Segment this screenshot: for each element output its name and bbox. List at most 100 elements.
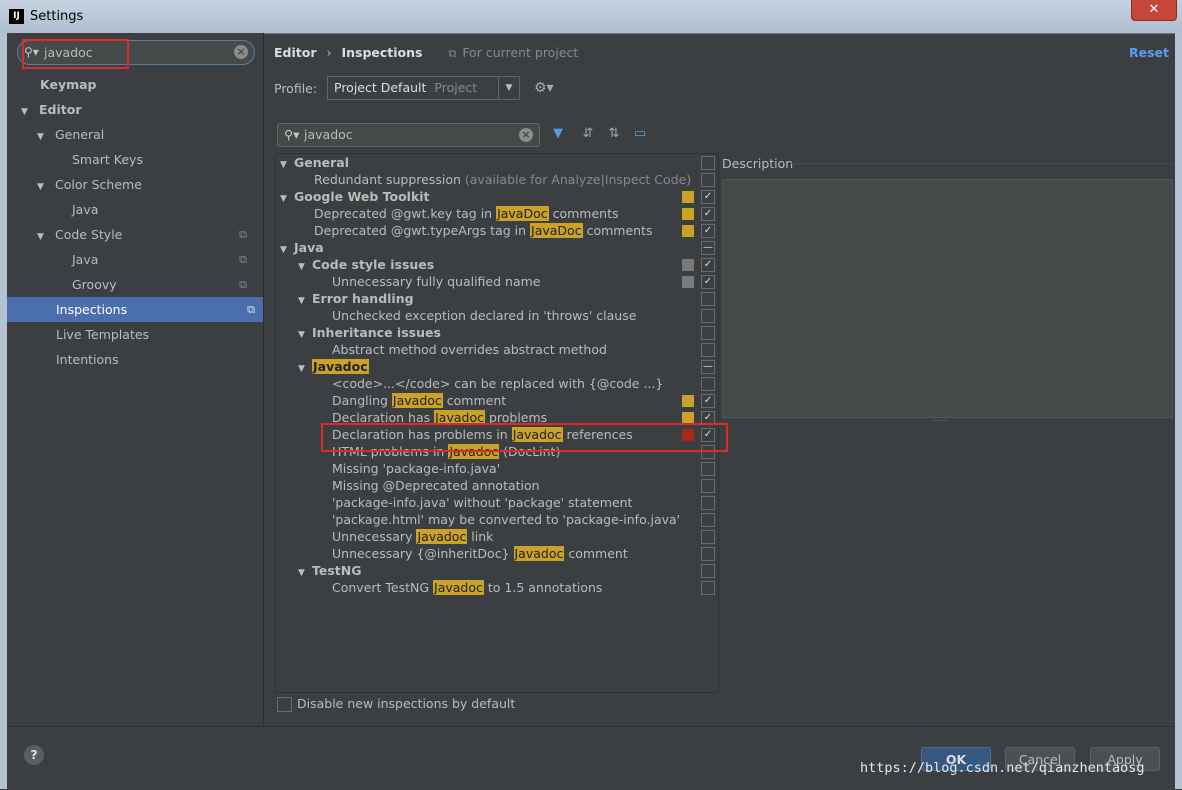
splitter-grip-icon[interactable]: ⋯⋯ (932, 416, 948, 425)
disable-new-inspections-label[interactable]: Disable new inspections by default (297, 696, 515, 711)
window-frame-left (0, 33, 7, 789)
description-label: Description (722, 156, 794, 171)
settings-sidebar: ⚲▾ javadoc × Keymap ▼ Editor ▼ General Sma… (7, 33, 264, 726)
inspection-checkbox[interactable]: ✓ (701, 428, 715, 442)
tree-row-missing-package-info[interactable]: Missing 'package-info.java' (276, 460, 716, 477)
tree-group-java[interactable]: ▼ Java — (276, 239, 716, 256)
sidebar-item-label: Groovy (72, 277, 117, 292)
sidebar-item-color-scheme-java[interactable]: Java (72, 197, 98, 222)
reset-to-default-icon[interactable]: ▭ (631, 125, 649, 143)
sidebar-item-code-style[interactable]: ▼ Code Style ⧉ (37, 222, 255, 247)
settings-search-field[interactable]: ⚲▾ javadoc × (17, 40, 255, 65)
inspection-checkbox[interactable]: ✓ (701, 258, 715, 272)
inspection-checkbox[interactable] (701, 326, 715, 340)
expand-triangle-icon[interactable]: ▼ (21, 100, 35, 125)
inspection-checkbox[interactable] (701, 547, 715, 561)
expand-triangle-icon[interactable]: ▼ (37, 225, 51, 250)
tree-group-general[interactable]: ▼ General (276, 154, 716, 171)
sidebar-item-editor[interactable]: ▼ Editor (21, 97, 82, 122)
sidebar-item-general[interactable]: ▼ General (37, 122, 104, 147)
sidebar-item-label: Color Scheme (55, 177, 142, 192)
tree-row-package-html-convert[interactable]: 'package.html' may be converted to 'pack… (276, 511, 716, 528)
tree-row-unnecessary-inheritdoc[interactable]: Unnecessary {@inheritDoc} Javadoc commen… (276, 545, 716, 562)
tree-row-abstract-method-overrides[interactable]: Abstract method overrides abstract metho… (276, 341, 716, 358)
tree-row-deprecated-gwt-key[interactable]: Deprecated @gwt.key tag in JavaDoc comme… (276, 205, 716, 222)
filter-icon[interactable]: ▼ (549, 125, 567, 143)
sidebar-item-code-style-groovy[interactable]: Groovy ⧉ (72, 272, 255, 297)
sidebar-item-smart-keys[interactable]: Smart Keys (72, 147, 143, 172)
tree-row-label: problems (484, 410, 548, 425)
inspection-checkbox-partial[interactable]: — (701, 360, 715, 374)
inspection-checkbox[interactable] (701, 309, 715, 323)
tree-row-code-tag-replace[interactable]: <code>...</code> can be replaced with {@… (276, 375, 716, 392)
inspection-checkbox[interactable] (701, 564, 715, 578)
expand-all-icon[interactable]: ⇵ (579, 125, 597, 143)
profile-dropdown[interactable]: Project Default Project ▼ (327, 76, 520, 100)
sidebar-item-live-templates[interactable]: Live Templates (56, 322, 149, 347)
tree-row-label: <code>...</code> can be replaced with {@… (332, 376, 664, 391)
inspection-checkbox[interactable]: ✓ (701, 207, 715, 221)
tree-row-unchecked-exception[interactable]: Unchecked exception declared in 'throws'… (276, 307, 716, 324)
tree-row-redundant-suppression[interactable]: Redundant suppression (available for Ana… (276, 171, 716, 188)
inspection-checkbox[interactable] (701, 581, 715, 595)
clear-search-icon[interactable]: × (234, 45, 248, 59)
inspection-checkbox-partial[interactable]: — (701, 241, 715, 255)
inspections-panel: Editor › Inspections ⧉ For current proje… (264, 33, 1175, 726)
tree-row-html-problems-javadoc[interactable]: HTML problems in Javadoc (DocLint) (276, 443, 716, 460)
inspection-checkbox[interactable] (701, 513, 715, 527)
tree-row-package-info-without-package[interactable]: 'package-info.java' without 'package' st… (276, 494, 716, 511)
disable-new-inspections-checkbox[interactable] (277, 697, 292, 712)
inspection-checkbox[interactable] (701, 462, 715, 476)
inspection-checkbox[interactable] (701, 377, 715, 391)
inspection-checkbox[interactable]: ✓ (701, 411, 715, 425)
chevron-down-icon[interactable]: ▼ (498, 77, 519, 99)
tree-row-dangling-javadoc[interactable]: Dangling Javadoc comment ✓ (276, 392, 716, 409)
sidebar-item-intentions[interactable]: Intentions (56, 347, 119, 372)
sidebar-item-code-style-java[interactable]: Java ⧉ (72, 247, 255, 272)
breadcrumb-editor[interactable]: Editor (274, 45, 317, 60)
tree-row-unnecessary-javadoc-link[interactable]: Unnecessary Javadoc link (276, 528, 716, 545)
sidebar-item-keymap[interactable]: Keymap (40, 72, 97, 97)
inspection-checkbox[interactable] (701, 173, 715, 187)
tree-row-declaration-javadoc-references[interactable]: Declaration has problems in Javadoc refe… (276, 426, 716, 443)
tree-group-error-handling[interactable]: ▼ Error handling (276, 290, 716, 307)
inspection-checkbox[interactable]: ✓ (701, 190, 715, 204)
inspection-checkbox[interactable] (701, 445, 715, 459)
sidebar-item-inspections[interactable]: Inspections ⧉ (7, 297, 263, 322)
inspection-checkbox[interactable] (701, 292, 715, 306)
tree-group-javadoc[interactable]: ▼ Javadoc — (276, 358, 716, 375)
expand-triangle-icon[interactable]: ▼ (37, 175, 51, 200)
tree-row-convert-testng[interactable]: Convert TestNG Javadoc to 1.5 annotation… (276, 579, 716, 596)
search-match-highlight: Javadoc (416, 529, 468, 544)
tree-row-unnecessary-fqn[interactable]: Unnecessary fully qualified name ✓ (276, 273, 716, 290)
expand-triangle-icon[interactable]: ▼ (37, 125, 51, 150)
inspection-checkbox[interactable] (701, 343, 715, 357)
inspections-tree: ▼ General Redundant suppression (availabl… (275, 153, 719, 693)
reset-link[interactable]: Reset (1129, 45, 1169, 60)
search-match-highlight: Javadoc (448, 444, 500, 459)
severity-weak-icon (682, 259, 694, 271)
tree-group-code-style-issues[interactable]: ▼ Code style issues ✓ (276, 256, 716, 273)
inspection-checkbox[interactable]: ✓ (701, 394, 715, 408)
tree-row-deprecated-gwt-typeargs[interactable]: Deprecated @gwt.typeArgs tag in JavaDoc … (276, 222, 716, 239)
tree-row-declaration-javadoc-problems[interactable]: Declaration has Javadoc problems ✓ (276, 409, 716, 426)
tree-group-google-web-toolkit[interactable]: ▼ Google Web Toolkit ✓ (276, 188, 716, 205)
clear-search-icon[interactable]: × (519, 128, 533, 142)
search-icon: ⚲▾ (284, 127, 300, 142)
close-window-button[interactable]: ✕ (1131, 0, 1177, 21)
collapse-all-icon[interactable]: ⇅ (605, 125, 623, 143)
gear-icon[interactable]: ⚙▾ (534, 80, 554, 96)
inspection-search-field[interactable]: ⚲▾ javadoc × (277, 123, 540, 147)
inspection-checkbox[interactable]: ✓ (701, 224, 715, 238)
help-icon[interactable]: ? (24, 745, 44, 765)
tree-row-missing-deprecated[interactable]: Missing @Deprecated annotation (276, 477, 716, 494)
sidebar-item-color-scheme[interactable]: ▼ Color Scheme (37, 172, 142, 197)
sidebar-item-label: Live Templates (56, 327, 150, 342)
tree-group-testng[interactable]: ▼ TestNG (276, 562, 716, 579)
inspection-checkbox[interactable]: ✓ (701, 275, 715, 289)
inspection-checkbox[interactable] (701, 156, 715, 170)
inspection-checkbox[interactable] (701, 530, 715, 544)
tree-group-inheritance-issues[interactable]: ▼ Inheritance issues (276, 324, 716, 341)
inspection-checkbox[interactable] (701, 496, 715, 510)
inspection-checkbox[interactable] (701, 479, 715, 493)
